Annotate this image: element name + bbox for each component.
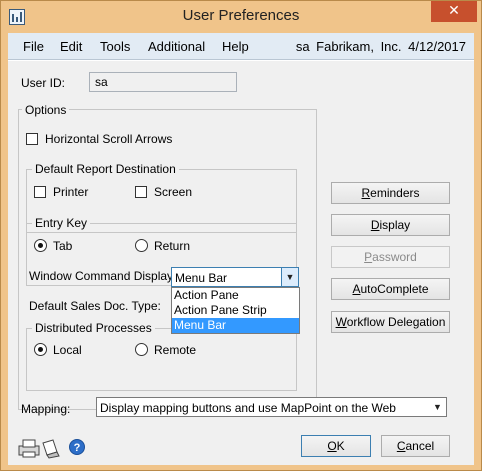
dropdown-option-action-pane[interactable]: Action Pane — [172, 288, 299, 303]
cancel-button[interactable]: Cancel — [381, 435, 450, 457]
chevron-down-icon[interactable]: ▼ — [429, 398, 446, 416]
user-id-label: User ID: — [21, 76, 66, 90]
ok-button[interactable]: OK — [301, 435, 371, 457]
entry-key-title: Entry Key — [32, 216, 91, 230]
help-icon[interactable]: ? — [69, 439, 85, 455]
reminders-button[interactable]: Reminders — [331, 182, 450, 204]
window-command-display-select[interactable]: Menu Bar ▼ — [171, 267, 299, 287]
user-preferences-window: User Preferences ✕ File Edit Tools Addit… — [0, 0, 482, 471]
printer-checkbox[interactable] — [34, 186, 46, 198]
title-bar[interactable]: User Preferences ✕ — [1, 1, 481, 33]
close-icon: ✕ — [448, 3, 460, 19]
tab-label: Tab — [53, 239, 73, 253]
menu-tools[interactable]: Tools — [100, 39, 130, 54]
return-label: Return — [154, 239, 191, 253]
report-destination-title: Default Report Destination — [32, 162, 179, 176]
window-command-display-value: Menu Bar — [175, 271, 228, 285]
distributed-processes-group — [26, 328, 297, 391]
menu-edit[interactable]: Edit — [60, 39, 82, 54]
remote-radio[interactable] — [135, 343, 148, 356]
horizontal-scroll-checkbox[interactable] — [26, 133, 38, 145]
window-command-display-dropdown: Action Pane Action Pane Strip Menu Bar — [171, 287, 300, 334]
local-radio[interactable] — [34, 343, 47, 356]
password-button[interactable]: Password — [331, 246, 450, 268]
menu-bar: File Edit Tools Additional Help sa Fabri… — [8, 33, 474, 60]
remote-label: Remote — [154, 343, 197, 357]
window-title: User Preferences — [182, 7, 300, 24]
window-command-display-label: Window Command Display — [29, 269, 174, 283]
user-id-field: sa — [89, 72, 237, 92]
screen-checkbox[interactable] — [135, 186, 147, 198]
dropdown-option-menu-bar[interactable]: Menu Bar — [172, 318, 299, 333]
menu-additional[interactable]: Additional — [148, 39, 205, 54]
options-group-title: Options — [22, 103, 70, 117]
user-id-value: sa — [95, 75, 108, 89]
horizontal-scroll-label: Horizontal Scroll Arrows — [45, 132, 173, 146]
autocomplete-button[interactable]: AutoComplete — [331, 278, 450, 300]
printer-label: Printer — [53, 185, 89, 199]
workflow-delegation-button[interactable]: Workflow Delegation — [331, 311, 450, 333]
tab-radio[interactable] — [34, 239, 47, 252]
current-company: Fabrikam, Inc. — [316, 39, 402, 54]
window-client-area: File Edit Tools Additional Help sa Fabri… — [8, 33, 474, 465]
mapping-label: Mapping: — [21, 402, 71, 416]
return-radio[interactable] — [135, 239, 148, 252]
menu-file[interactable]: File — [23, 39, 44, 54]
default-sales-doc-type-label: Default Sales Doc. Type: — [29, 299, 161, 313]
dropdown-option-action-pane-strip[interactable]: Action Pane Strip — [172, 303, 299, 318]
display-button[interactable]: Display — [331, 214, 450, 236]
user-date: 4/12/2017 — [408, 39, 466, 54]
user-company-date: sa Fabrikam, Inc. 4/12/2017 — [296, 39, 466, 54]
menu-help[interactable]: Help — [222, 39, 249, 54]
printer-icon[interactable] — [17, 437, 63, 459]
chevron-down-icon[interactable]: ▼ — [281, 268, 298, 286]
mapping-value: Display mapping buttons and use MapPoint… — [100, 401, 396, 415]
mapping-select[interactable]: Display mapping buttons and use MapPoint… — [96, 397, 447, 417]
close-button[interactable]: ✕ — [431, 1, 477, 22]
current-user: sa — [295, 39, 310, 54]
dialog-content: User ID: sa Options Horizontal Scroll Ar… — [8, 61, 474, 465]
screen-label: Screen — [154, 185, 193, 199]
local-label: Local — [53, 343, 82, 357]
distributed-processes-title: Distributed Processes — [32, 321, 155, 335]
